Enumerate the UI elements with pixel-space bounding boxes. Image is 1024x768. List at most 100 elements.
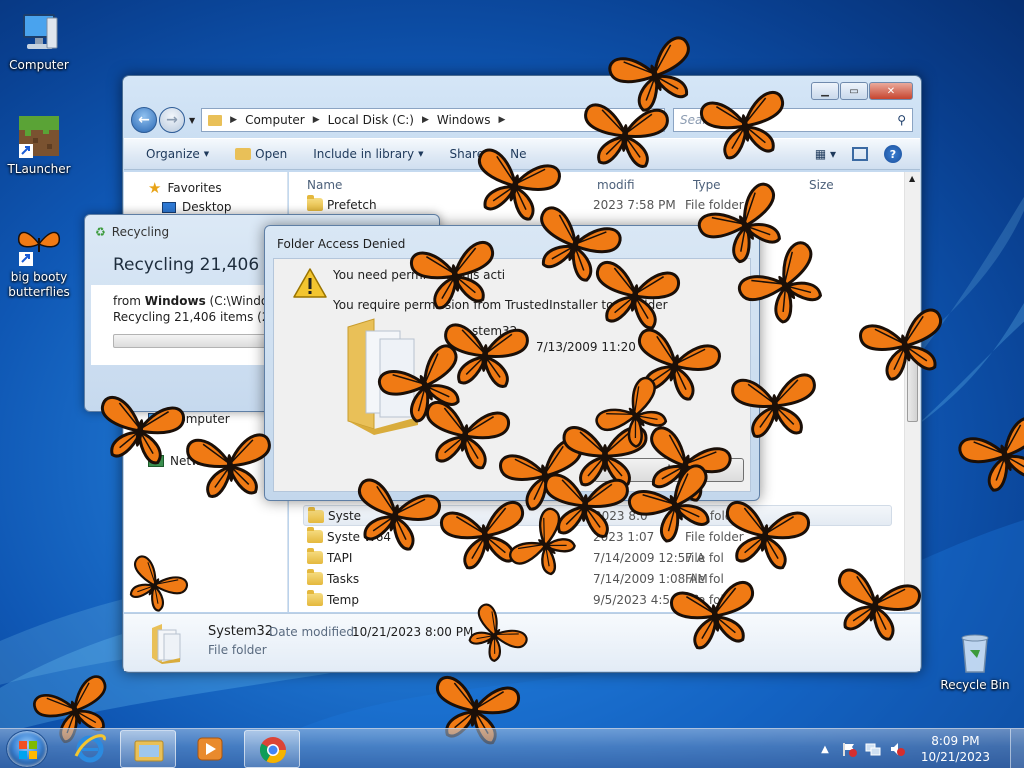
- search-placeholder: Search W ws: [680, 113, 758, 127]
- action-center-flag-icon[interactable]: [841, 741, 857, 757]
- windows-explorer-icon[interactable]: [120, 730, 176, 768]
- computer-icon: [148, 413, 164, 425]
- file-row-system32[interactable]: Syste 2023 8:0 File folder: [303, 505, 892, 526]
- preview-pane-icon[interactable]: [852, 147, 868, 161]
- folder-icon: [307, 590, 323, 606]
- details-type: File folder: [208, 643, 267, 657]
- details-date-label: Date modified:: [269, 625, 359, 639]
- network-icon[interactable]: [865, 741, 881, 757]
- open-button[interactable]: Open: [227, 142, 299, 166]
- butterfly-icon: [951, 407, 1024, 504]
- breadcrumb-windows[interactable]: Windows: [437, 113, 491, 127]
- folder-icon: [150, 622, 184, 664]
- folder-icon: [344, 317, 424, 437]
- change-view-icon[interactable]: ▦ ▾: [815, 147, 836, 161]
- minecraft-grass-block-icon: [15, 112, 63, 160]
- computer-icon: [15, 8, 63, 56]
- dialog-content: You need permi orm this acti You require…: [273, 258, 751, 492]
- dropdown-arrow-icon: ▼: [418, 150, 424, 158]
- file-row-temp[interactable]: Temp 9/5/2023 4:54 PM File fold: [303, 589, 892, 610]
- dialog-title: ♻ Recycling: [95, 225, 170, 239]
- folder-access-denied-dialog[interactable]: Folder Access Denied You need permi orm …: [264, 225, 760, 501]
- dropdown-arrow-icon: ▼: [203, 150, 210, 158]
- chrome-icon[interactable]: [244, 730, 300, 768]
- folder-icon: [308, 507, 324, 523]
- breadcrumb-separator-icon: ▶: [421, 115, 429, 125]
- recycle-bin-icon: [951, 628, 999, 676]
- help-icon[interactable]: ?: [884, 145, 902, 163]
- star-icon: ★: [148, 179, 162, 197]
- organize-button[interactable]: Organize ▼: [138, 142, 221, 166]
- desktop-icon-label: Recycle Bin: [940, 678, 1010, 692]
- folder-icon: [307, 569, 323, 585]
- column-type[interactable]: Type: [693, 178, 721, 192]
- maximize-button[interactable]: ▭: [840, 82, 868, 100]
- back-button[interactable]: ←: [131, 107, 157, 133]
- column-size[interactable]: Size: [809, 178, 834, 192]
- breadcrumb-local-disk[interactable]: Local Disk (C:): [328, 113, 414, 127]
- show-hidden-icons-icon[interactable]: ▲: [821, 744, 829, 755]
- breadcrumb-separator-icon: ▶: [312, 115, 320, 125]
- file-row-prefetch[interactable]: Prefetch 2023 7:58 PM File folder: [303, 194, 892, 215]
- taskbar-clock[interactable]: 8:09 PM 10/21/2023: [921, 733, 990, 765]
- search-icon: ⚲: [897, 113, 906, 127]
- desktop-icon-butterflies[interactable]: big booty butterflies: [1, 220, 77, 300]
- new-folder-button[interactable]: Ne: [502, 142, 538, 166]
- details-pane: System32 Date modified: 10/21/2023 8:00 …: [124, 613, 920, 671]
- nav-item-network[interactable]: Netwo: [148, 454, 208, 468]
- breadcrumb-separator-icon: ▶: [498, 115, 506, 125]
- share-with-button[interactable]: Share: [441, 142, 496, 166]
- open-folder-icon: [235, 148, 252, 160]
- column-date-modified[interactable]: modifi: [597, 178, 635, 192]
- item-name: stem32: [472, 324, 518, 338]
- folder-icon: [307, 195, 323, 211]
- nav-item-favorites[interactable]: ★ Favorites: [148, 179, 222, 197]
- warning-icon: [292, 267, 328, 299]
- details-name: System32: [208, 624, 274, 639]
- denied-message-line2: You require permission from TrustedInsta…: [333, 298, 668, 312]
- minimize-button[interactable]: ▁: [811, 82, 839, 100]
- start-orb-icon[interactable]: [6, 730, 48, 768]
- internet-explorer-icon[interactable]: [62, 730, 118, 768]
- close-button[interactable]: ✕: [869, 82, 913, 100]
- address-bar[interactable]: ▶ Computer ▶ Local Disk (C:) ▶ Windows ▶: [201, 108, 665, 132]
- folder-icon: [208, 114, 223, 126]
- command-bar: Organize ▼ Open Include in library ▼ Share…: [124, 138, 920, 170]
- desktop-icon-label: big booty butterflies: [8, 270, 70, 299]
- desktop-icon-label: TLauncher: [7, 162, 71, 176]
- recent-pages-dropdown-icon[interactable]: ▼: [189, 116, 195, 125]
- file-row-tasks[interactable]: Tasks 7/14/2009 1:08 AM File fol: [303, 568, 892, 589]
- show-desktop-button[interactable]: [1010, 729, 1024, 768]
- desktop-icon-recycle-bin[interactable]: Recycle Bin: [937, 628, 1013, 693]
- navigation-bar: ← → ▼ ▶ Computer ▶ Local Disk (C:) ▶ Win…: [131, 106, 913, 134]
- desktop-icon-computer[interactable]: Computer: [1, 8, 77, 73]
- cancel-button[interactable]: l: [594, 458, 744, 482]
- denied-message-line1: You need permi orm this acti: [333, 268, 506, 282]
- scroll-up-icon[interactable]: ▲: [909, 174, 915, 183]
- taskbar: ▲ 8:09 PM 10/21/2023: [0, 728, 1024, 768]
- file-row-syswow64[interactable]: Syste W64 2023 1:07 File folder: [303, 526, 892, 547]
- forward-button[interactable]: →: [159, 107, 185, 133]
- volume-muted-icon[interactable]: [889, 741, 905, 757]
- breadcrumb-computer[interactable]: Computer: [245, 113, 305, 127]
- scrollbar-thumb[interactable]: [907, 358, 918, 422]
- column-name[interactable]: Name: [307, 178, 342, 192]
- media-player-icon[interactable]: [182, 730, 238, 768]
- network-icon: [148, 455, 164, 467]
- system-tray: ▲ 8:09 PM 10/21/2023: [821, 729, 1024, 768]
- include-in-library-button[interactable]: Include in library ▼: [305, 142, 435, 166]
- desktop-icon-label: Computer: [9, 58, 69, 72]
- dialog-title: Folder Access Denied: [277, 237, 406, 251]
- desktop-icon: [162, 201, 176, 213]
- nav-item-computer[interactable]: Computer: [148, 412, 230, 426]
- nav-item-desktop[interactable]: Desktop: [162, 200, 232, 214]
- file-row-tapi[interactable]: TAPI 7/14/2009 12:57 A File fol: [303, 547, 892, 568]
- recycle-icon: ♻: [95, 225, 106, 239]
- vertical-scrollbar[interactable]: ▲: [904, 172, 920, 612]
- folder-icon: [307, 548, 323, 564]
- details-date-value: 10/21/2023 8:00 PM: [352, 625, 474, 639]
- item-date: 7/13/2009 11:20: [536, 340, 636, 354]
- search-input[interactable]: Search W ws ⚲: [673, 108, 913, 132]
- desktop-icon-tlauncher[interactable]: TLauncher: [1, 112, 77, 177]
- folder-icon: [307, 527, 323, 543]
